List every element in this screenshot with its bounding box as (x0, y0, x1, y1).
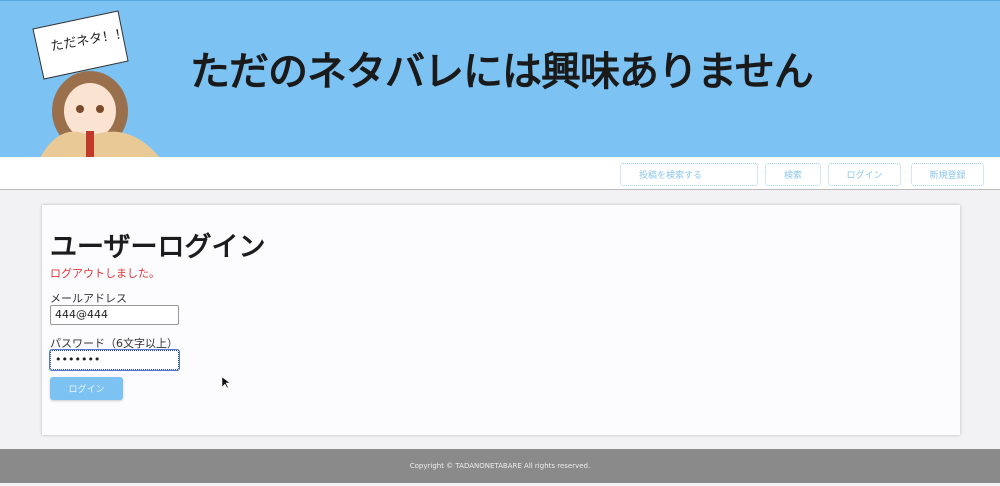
site-title[interactable]: ただのネタバレには興味ありません (190, 39, 814, 97)
footer: Copyright © TADANONETABARE All rights re… (0, 449, 1000, 483)
mascot-illustration (32, 10, 160, 157)
login-card: ユーザーログイン ログアウトしました。 メールアドレス 444@444 パスワー… (42, 205, 960, 435)
nav-login-button[interactable]: ログイン (828, 163, 901, 186)
search-button[interactable]: 検索 (765, 163, 821, 186)
search-input[interactable]: 投稿を検索する (620, 163, 758, 186)
copyright-text: Copyright © TADANONETABARE All rights re… (409, 462, 591, 470)
login-submit-button[interactable]: ログイン (50, 377, 123, 400)
page-title: ユーザーログイン (50, 232, 266, 263)
signup-button[interactable]: 新規登録 (911, 163, 984, 186)
header-banner: ただネタ！！ ただのネタバレには興味ありません (0, 0, 1000, 157)
logout-message: ログアウトしました。 (50, 267, 160, 280)
mouse-cursor-icon (222, 377, 230, 389)
password-label: パスワード（6文字以上） (50, 337, 178, 350)
password-field[interactable]: ••••••• (50, 350, 179, 370)
email-label: メールアドレス (50, 292, 127, 305)
navbar: 投稿を検索する 検索 ログイン 新規登録 (0, 157, 1000, 190)
email-field[interactable]: 444@444 (50, 305, 179, 325)
